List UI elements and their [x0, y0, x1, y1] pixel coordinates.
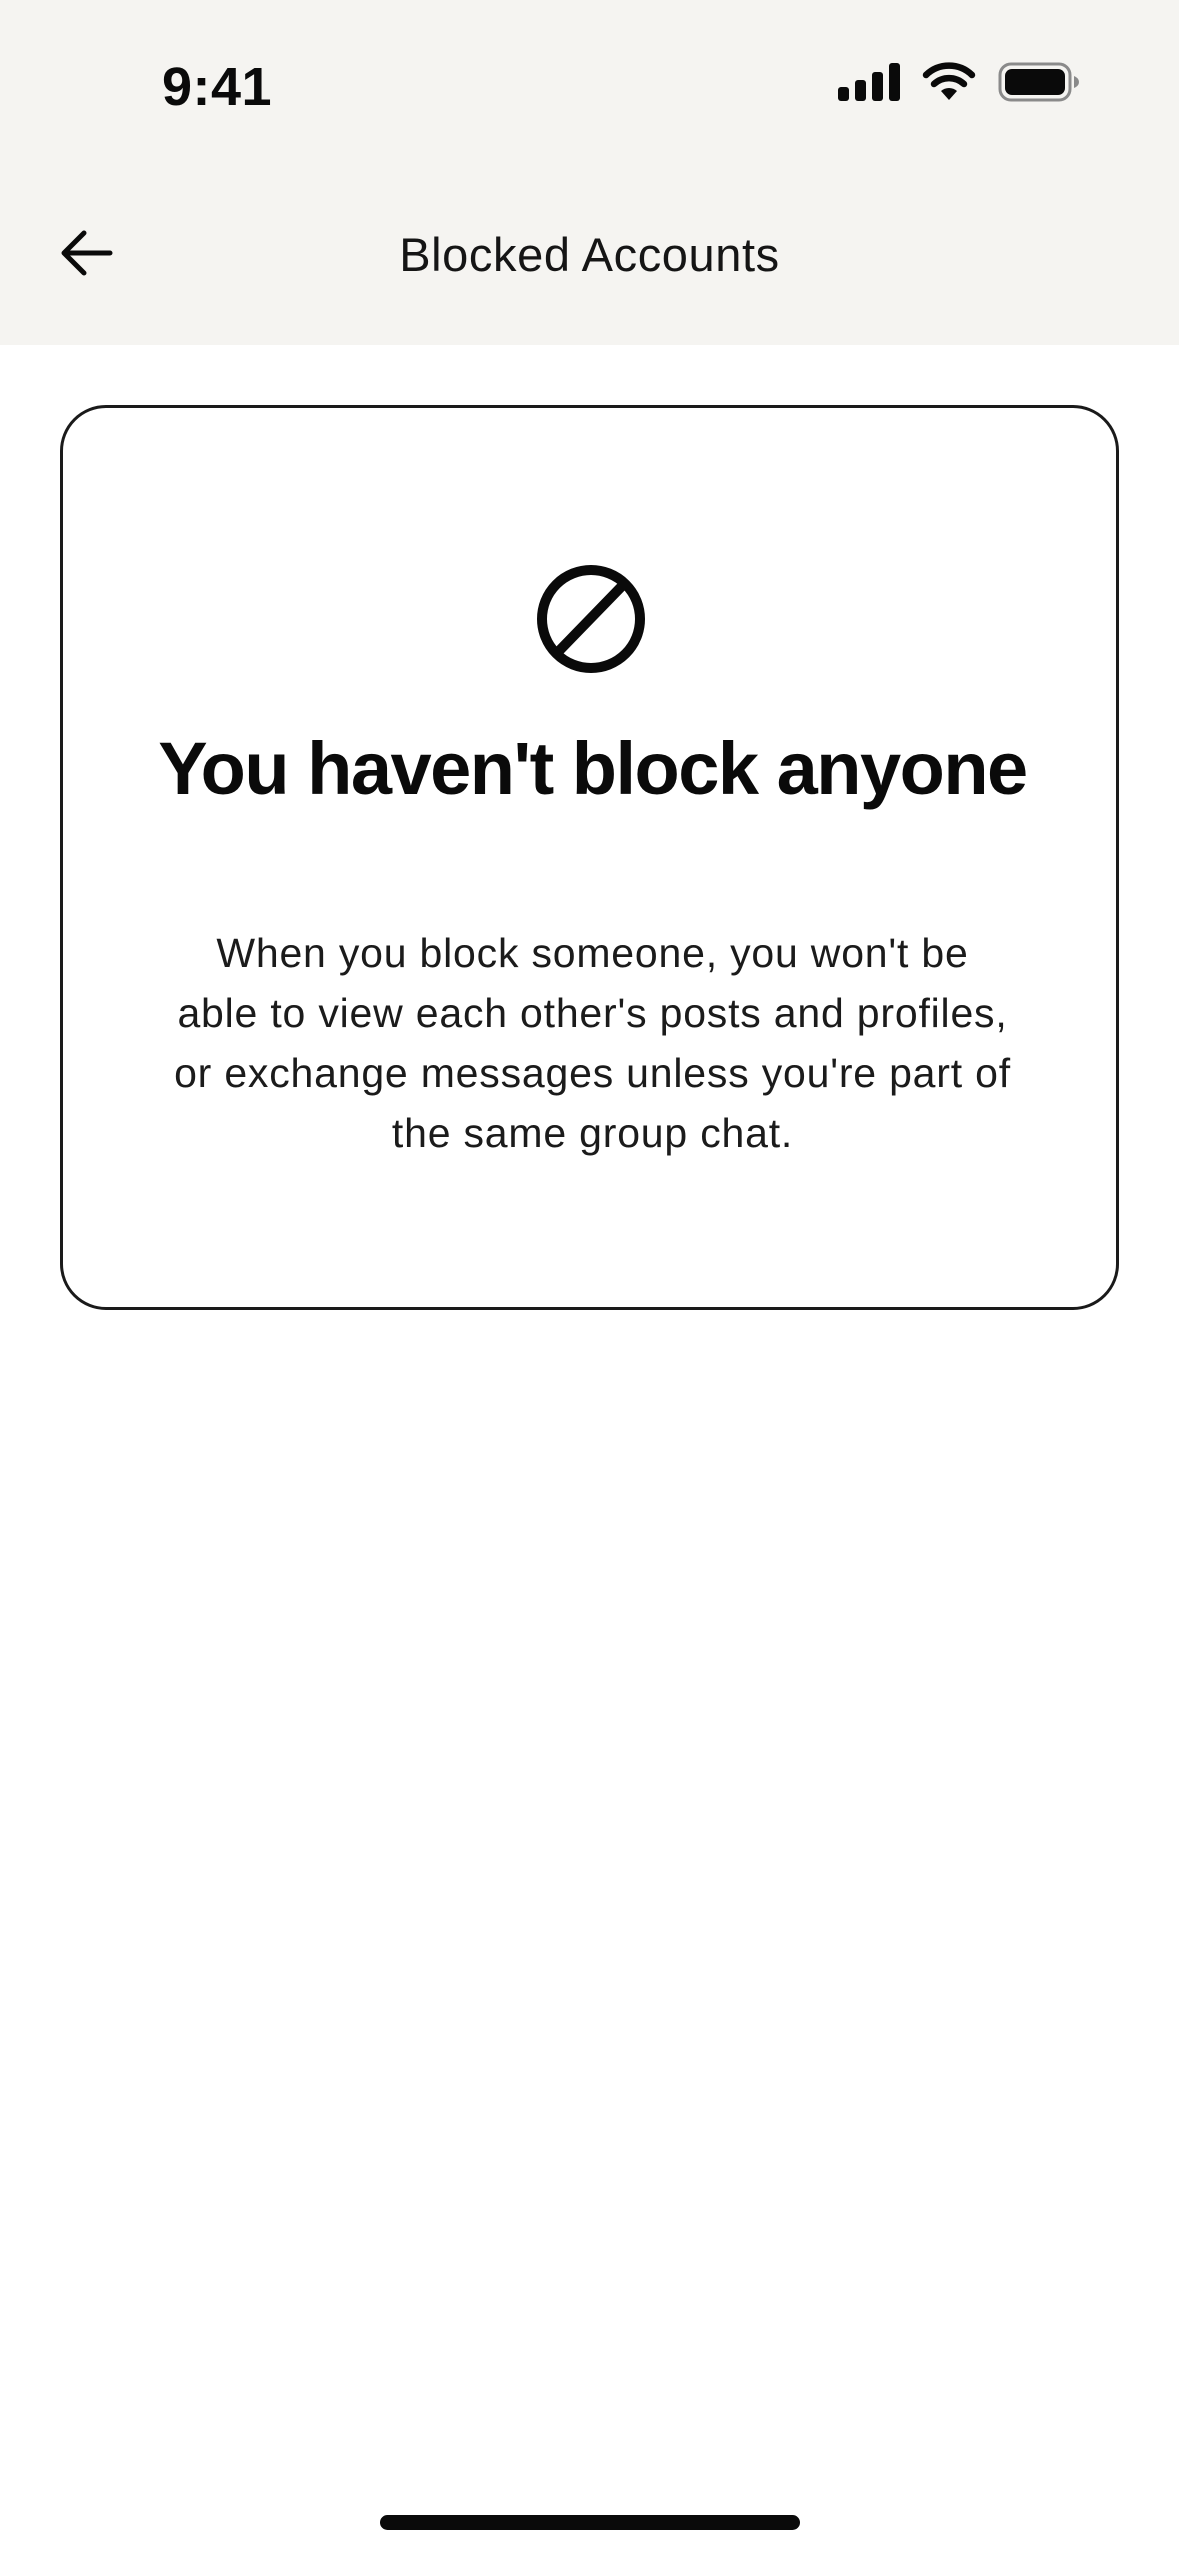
empty-state-description: When you block someone, you won't be abl… [174, 930, 1011, 1156]
header-area: 9:41 Blocked Accounts [0, 0, 1179, 345]
page-title: Blocked Accounts [399, 228, 780, 281]
battery-icon [998, 62, 1080, 107]
wifi-icon [922, 62, 976, 107]
status-icons [838, 62, 1080, 107]
block-icon [535, 563, 647, 675]
blocked-accounts-screen: 9:41 Blocked Accounts You haven't block … [0, 0, 1179, 2556]
home-indicator[interactable] [380, 2515, 800, 2530]
empty-state-card: You haven't block anyone When you block … [60, 405, 1119, 1310]
empty-state-title: You haven't block anyone [158, 727, 1028, 810]
navigation-bar: Blocked Accounts [0, 195, 1179, 325]
cellular-signal-icon [838, 63, 900, 106]
status-bar: 9:41 [0, 0, 1179, 175]
status-time: 9:41 [162, 57, 273, 117]
